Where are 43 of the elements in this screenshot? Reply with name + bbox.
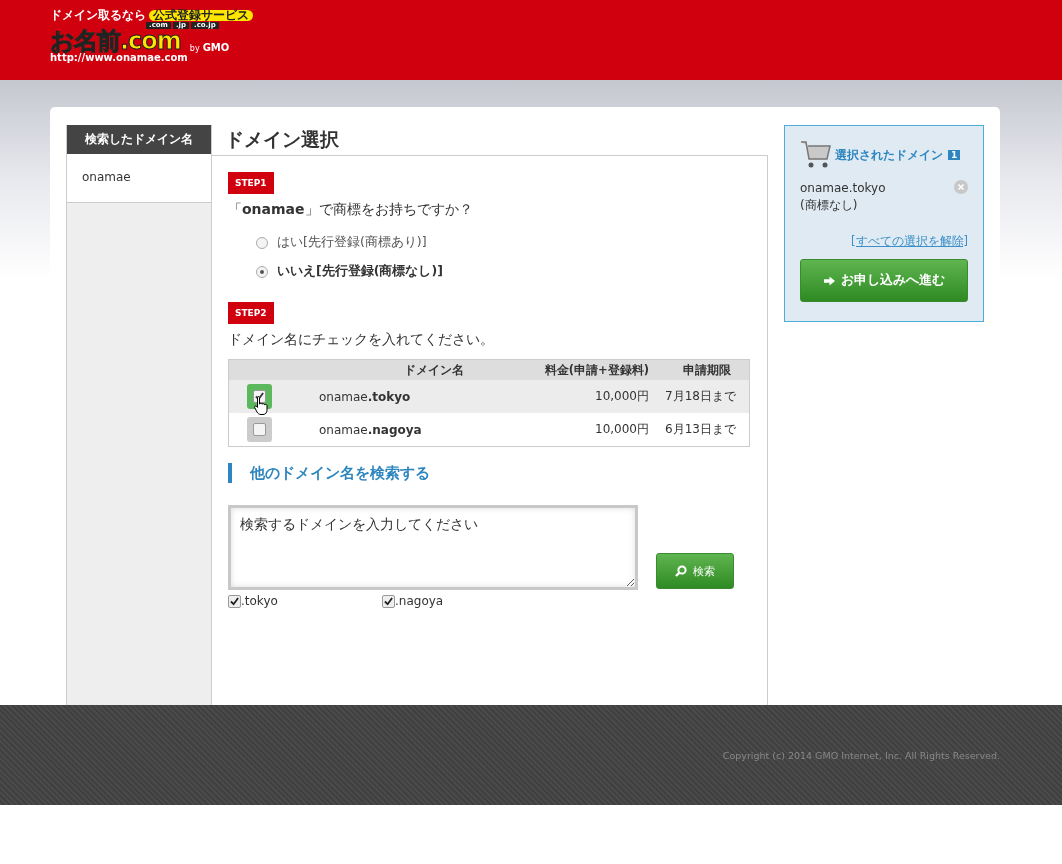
page-title: ドメイン選択 (212, 125, 768, 156)
column-header: 申請期限 (682, 362, 732, 378)
checkbox[interactable] (382, 594, 395, 608)
checkbox-label[interactable]: .nagoya (395, 594, 444, 608)
radio-label[interactable]: いいえ[先行登録(商標なし)] (277, 263, 443, 280)
sidebar-item[interactable]: onamae (67, 154, 211, 203)
section-heading: 他のドメイン名を検索する (228, 463, 751, 483)
checkbox-label[interactable]: .tokyo (241, 594, 278, 608)
column-header: ドメイン名 (403, 362, 465, 378)
logo-badge: 公式登録サービス (149, 9, 253, 21)
radio-button[interactable] (256, 265, 268, 278)
logo-gmo: GMO (202, 43, 230, 53)
logo-by: by (189, 45, 200, 53)
radio-label[interactable]: はい[先行登録(商標あり)] (277, 234, 427, 251)
checkbox[interactable] (252, 423, 266, 436)
count-badge: 1 (948, 150, 961, 160)
cart-domain: onamae.tokyo (800, 180, 886, 197)
deadline-cell-text: 7月18日まで (664, 388, 737, 405)
radio-button[interactable] (256, 236, 268, 249)
step-badge: STEP2 (228, 302, 274, 324)
search-icon (675, 565, 687, 577)
deadline-cell-text: 6月13日まで (664, 421, 737, 438)
sidebar-title: 検索したドメイン名 (67, 125, 211, 154)
copyright-text: Copyright (c) 2014 GMO Internet, Inc. All Rights Reserved. (722, 749, 1000, 761)
question-text: 「onamae」で商標をお持ちですか？ (228, 201, 474, 219)
cart-note: (商標なし) (800, 197, 859, 214)
domain-cell-text: onamae.tokyo (318, 389, 412, 404)
search-field[interactable]: 検索するドメインを入力してください (228, 505, 638, 590)
logo-url: http://www.onamae.com (50, 53, 189, 63)
step-badge: STEP1 (228, 172, 274, 194)
price-cell-text: 10,000円 (594, 421, 650, 438)
hand-cursor-icon (253, 395, 268, 415)
checkbox[interactable] (252, 390, 266, 403)
column-header: 料金(申請+登録料) (543, 362, 650, 378)
logo-wordmark: お名前.com (50, 29, 181, 53)
domain-cell-text: onamae.nagoya (318, 422, 423, 437)
checkbox[interactable] (228, 594, 241, 608)
price-cell-text: 10,000円 (594, 388, 650, 405)
logo-tagline: ドメイン取るなら (50, 9, 146, 21)
arrow-icon (823, 275, 835, 286)
cart-title: 選択されたドメイン (835, 146, 943, 164)
instruction-text: ドメイン名にチェックを入れてください。 (228, 331, 495, 349)
cart-icon (800, 140, 832, 170)
